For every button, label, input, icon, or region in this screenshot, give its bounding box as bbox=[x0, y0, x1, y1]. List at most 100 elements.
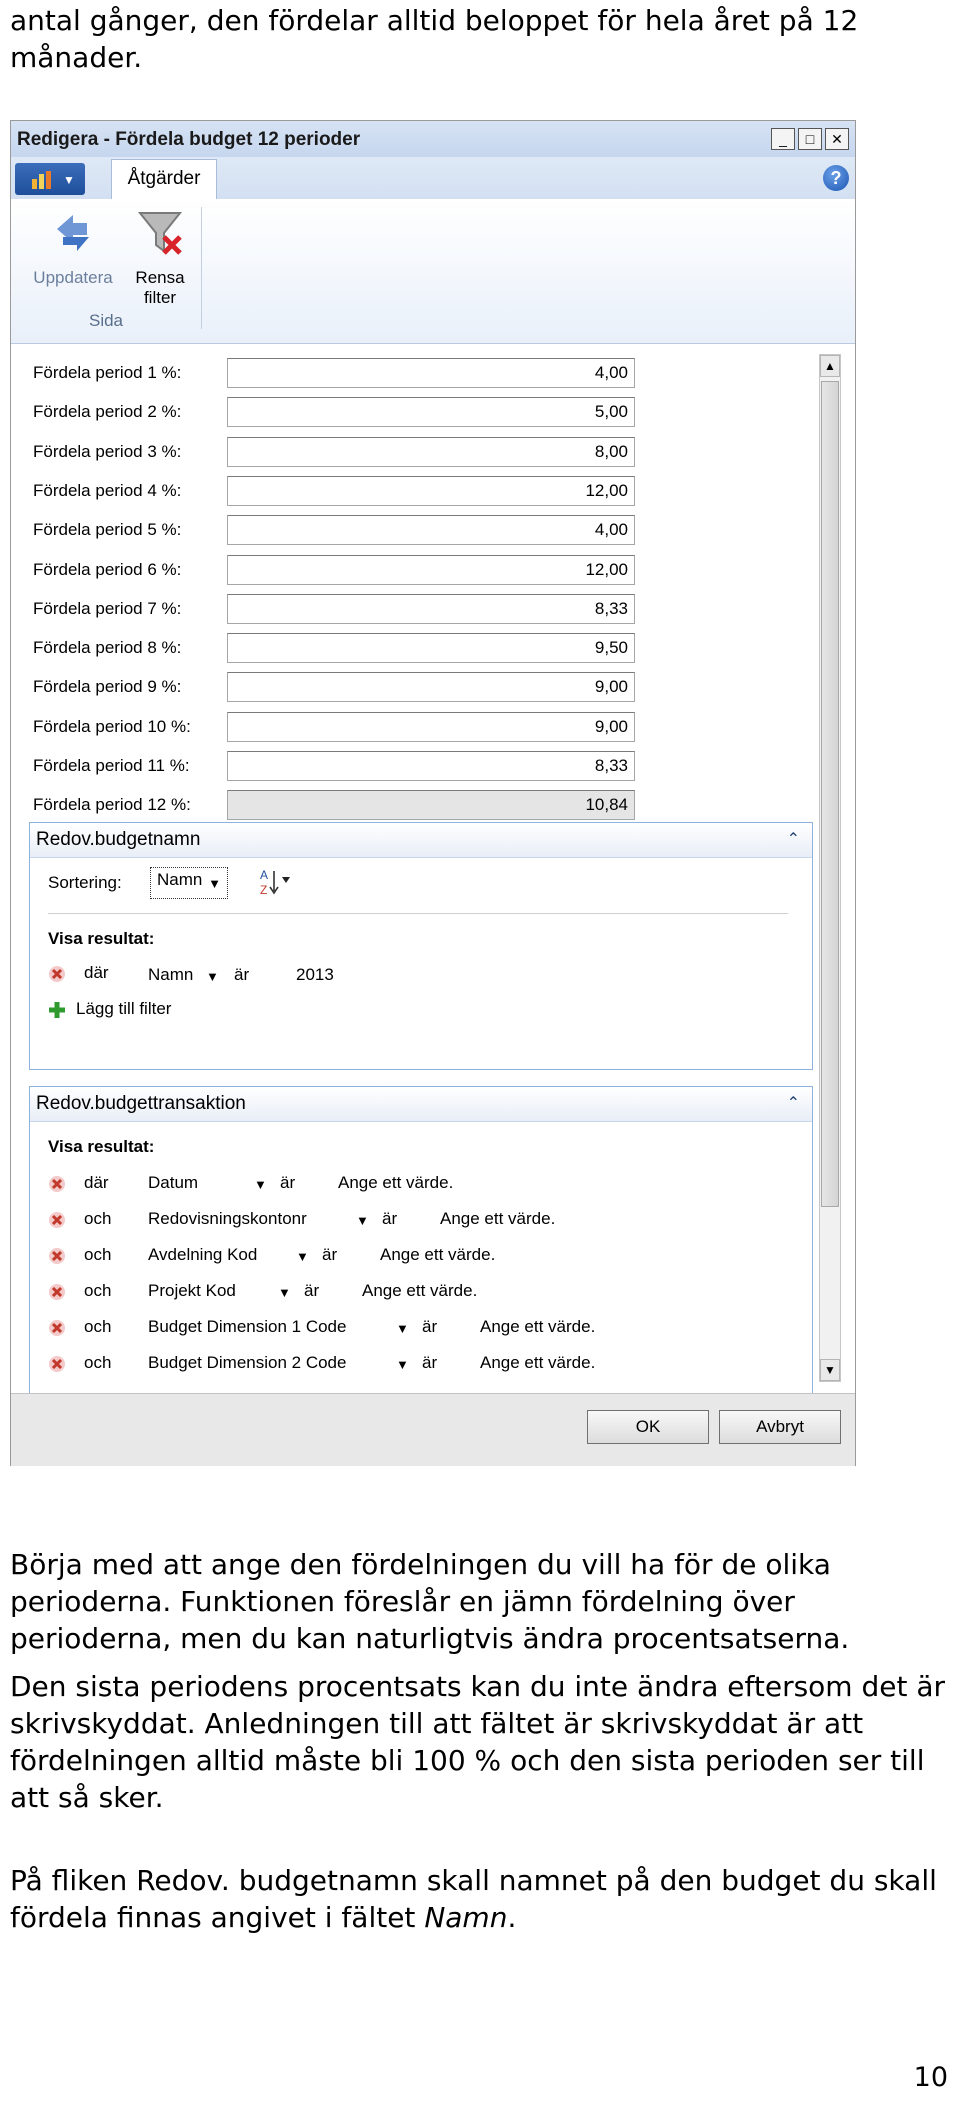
period-percent-field[interactable]: 8,00 bbox=[227, 437, 635, 467]
period-label: Fördela period 6 %: bbox=[33, 560, 182, 579]
update-button[interactable]: Uppdatera bbox=[25, 207, 121, 288]
svg-text:A: A bbox=[260, 868, 268, 882]
remove-filter-icon[interactable] bbox=[48, 1319, 66, 1337]
chevron-up-icon[interactable]: ⌃ bbox=[787, 1093, 800, 1113]
filter-operator: är bbox=[304, 1281, 320, 1300]
cancel-button[interactable]: Avbryt bbox=[719, 1410, 841, 1444]
period-percent-field[interactable]: 9,50 bbox=[227, 633, 635, 663]
period-percent-field[interactable]: 9,00 bbox=[227, 712, 635, 742]
filter-value[interactable]: Ange ett värde. bbox=[480, 1317, 595, 1337]
filter-value[interactable]: Ange ett värde. bbox=[338, 1173, 453, 1193]
filter-value[interactable]: Ange ett värde. bbox=[362, 1281, 477, 1301]
application-menu-button[interactable]: ▼ bbox=[15, 163, 85, 195]
filter-conjunction: där bbox=[84, 963, 109, 982]
filter-conjunction: där bbox=[84, 1173, 109, 1192]
chevron-down-icon[interactable]: ▼ bbox=[396, 1357, 409, 1372]
remove-filter-icon[interactable] bbox=[48, 1211, 66, 1229]
clear-filter-label-2: filter bbox=[143, 288, 177, 307]
show-results-label: Visa resultat: bbox=[48, 929, 155, 948]
filter-field[interactable]: Namn bbox=[148, 965, 193, 985]
filter-value[interactable]: 2013 bbox=[296, 965, 334, 985]
filter-operator: är bbox=[422, 1353, 438, 1372]
filter-field[interactable]: Datum bbox=[148, 1173, 198, 1193]
filter-field[interactable]: Projekt Kod bbox=[148, 1281, 236, 1301]
period-percent-field[interactable]: 8,33 bbox=[227, 751, 635, 781]
period-percent-field[interactable]: 4,00 bbox=[227, 358, 635, 388]
chevron-up-icon[interactable]: ⌃ bbox=[787, 829, 800, 849]
clear-filter-button[interactable]: Rensa filter bbox=[123, 207, 197, 308]
paragraph-1: Börja med att ange den fördelningen du v… bbox=[10, 1548, 850, 1655]
filter-conjunction: och bbox=[84, 1353, 112, 1372]
page-number: 10 bbox=[913, 2062, 948, 2093]
period-percent-field[interactable]: 9,00 bbox=[227, 672, 635, 702]
filter-conjunction: och bbox=[84, 1317, 112, 1336]
paragraph-2: Den sista periodens procentsats kan du i… bbox=[10, 1670, 946, 1814]
period-percent-field[interactable]: 5,00 bbox=[227, 397, 635, 427]
filter-conjunction: och bbox=[84, 1245, 112, 1264]
period-label: Fördela period 4 %: bbox=[33, 481, 182, 500]
filter-conjunction: och bbox=[84, 1209, 112, 1228]
minimize-button[interactable]: _ bbox=[771, 128, 795, 150]
period-label: Fördela period 9 %: bbox=[33, 677, 182, 696]
scroll-thumb[interactable] bbox=[821, 381, 839, 1207]
ribbon-tab-strip: ▼ Åtgärder ? bbox=[11, 157, 855, 200]
scroll-down-arrow-icon[interactable]: ▼ bbox=[820, 1359, 840, 1381]
chevron-down-icon: ▼ bbox=[208, 876, 221, 891]
fasttab-budget-transaction: Redov.budgettransaktion ⌃ Visa resultat:… bbox=[29, 1086, 813, 1406]
fasttab-header[interactable]: Redov.budgettransaktion ⌃ bbox=[30, 1087, 812, 1122]
ribbon-group-label: Sida bbox=[88, 311, 124, 330]
vertical-scrollbar[interactable]: ▲ ▼ bbox=[819, 354, 841, 1382]
filter-field[interactable]: Redovisningskontonr bbox=[148, 1209, 307, 1229]
tab-actions[interactable]: Åtgärder bbox=[111, 159, 217, 199]
clear-filter-icon bbox=[137, 212, 183, 255]
period-label: Fördela period 11 %: bbox=[33, 756, 190, 775]
period-label: Fördela period 7 %: bbox=[33, 599, 182, 618]
fasttab-header[interactable]: Redov.budgetnamn ⌃ bbox=[30, 823, 812, 858]
content-area: Fördela period 1 %: 4,00 Fördela period 2 … bbox=[11, 344, 855, 1406]
scroll-up-arrow-icon[interactable]: ▲ bbox=[820, 355, 840, 377]
filter-value[interactable]: Ange ett värde. bbox=[380, 1245, 495, 1265]
filter-field[interactable]: Budget Dimension 1 Code bbox=[148, 1317, 346, 1337]
period-percent-field[interactable]: 8,33 bbox=[227, 594, 635, 624]
period-label: Fördela period 3 %: bbox=[33, 442, 182, 461]
chevron-down-icon[interactable]: ▼ bbox=[206, 969, 219, 984]
period-percent-field: 10,84 bbox=[227, 790, 635, 820]
sort-select[interactable]: Namn ▼ bbox=[150, 867, 228, 899]
remove-filter-icon[interactable] bbox=[48, 1355, 66, 1373]
help-icon[interactable]: ? bbox=[823, 165, 849, 191]
ok-button[interactable]: OK bbox=[587, 1410, 709, 1444]
window-title: Redigera - Fördela budget 12 perioder bbox=[17, 129, 361, 150]
period-percent-field[interactable]: 12,00 bbox=[227, 555, 635, 585]
chevron-down-icon[interactable]: ▼ bbox=[356, 1213, 369, 1228]
period-percent-field[interactable]: 4,00 bbox=[227, 515, 635, 545]
app-logo-icon bbox=[32, 171, 51, 189]
add-filter-link[interactable]: Lägg till filter bbox=[76, 999, 171, 1019]
period-label: Fördela period 12 %: bbox=[33, 795, 191, 814]
filter-value[interactable]: Ange ett värde. bbox=[440, 1209, 555, 1229]
sort-az-icon[interactable]: A Z bbox=[258, 867, 292, 897]
clear-filter-label-1: Rensa bbox=[135, 268, 185, 287]
period-percent-field[interactable]: 12,00 bbox=[227, 476, 635, 506]
close-button[interactable]: ✕ bbox=[825, 128, 849, 150]
ribbon: Uppdatera Rensa filter Sida bbox=[11, 199, 855, 344]
filter-field[interactable]: Avdelning Kod bbox=[148, 1245, 257, 1265]
add-icon[interactable] bbox=[48, 1001, 66, 1019]
refresh-icon bbox=[57, 215, 89, 251]
chevron-down-icon[interactable]: ▼ bbox=[396, 1321, 409, 1336]
remove-filter-icon[interactable] bbox=[48, 1247, 66, 1265]
filter-operator: är bbox=[322, 1245, 338, 1264]
show-results-label: Visa resultat: bbox=[48, 1137, 155, 1156]
chevron-down-icon[interactable]: ▼ bbox=[254, 1177, 267, 1192]
remove-filter-icon[interactable] bbox=[48, 1283, 66, 1301]
svg-text:Z: Z bbox=[260, 883, 267, 897]
paragraph-3-emphasis: Namn bbox=[424, 1901, 508, 1934]
filter-field[interactable]: Budget Dimension 2 Code bbox=[148, 1353, 346, 1373]
sort-label: Sortering: bbox=[48, 873, 122, 892]
sort-value: Namn bbox=[157, 870, 203, 889]
remove-filter-icon[interactable] bbox=[48, 1175, 66, 1193]
remove-filter-icon[interactable] bbox=[48, 965, 66, 983]
chevron-down-icon[interactable]: ▼ bbox=[296, 1249, 309, 1264]
filter-value[interactable]: Ange ett värde. bbox=[480, 1353, 595, 1373]
chevron-down-icon[interactable]: ▼ bbox=[278, 1285, 291, 1300]
maximize-button[interactable]: □ bbox=[798, 128, 822, 150]
